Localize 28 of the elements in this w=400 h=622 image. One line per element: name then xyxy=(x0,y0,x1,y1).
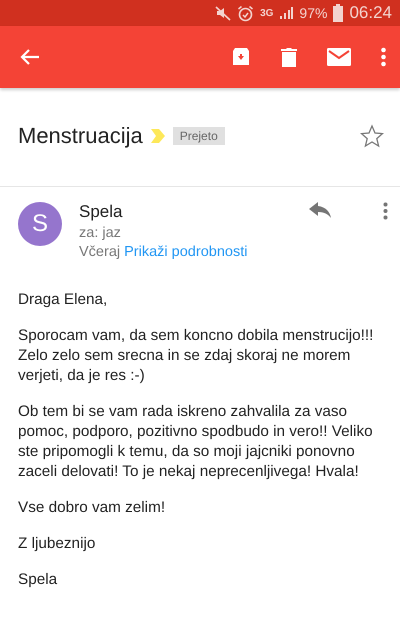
message-paragraph: Draga Elena, xyxy=(18,290,108,310)
recipient: za: jaz xyxy=(79,225,122,241)
alarm-icon xyxy=(237,4,254,22)
message-paragraph: Sporocam vam, da sem koncno dobila menstrucijo!!! Zelo zelo sem srecna in se zdaj skoraj ne morem verjeti, da je res :-) xyxy=(18,326,374,386)
star-icon[interactable] xyxy=(360,124,384,148)
battery-icon xyxy=(333,4,344,22)
reply-button[interactable] xyxy=(309,202,331,218)
details-link[interactable]: Prikaži podrobnosti xyxy=(124,244,248,260)
sender-name: Spela xyxy=(79,202,124,222)
mute-icon xyxy=(215,5,232,21)
more-button[interactable] xyxy=(381,47,386,67)
email-subject: Menstruacija xyxy=(18,123,143,149)
date-line: Včeraj Prikaži podrobnosti xyxy=(79,244,248,260)
label-tag: Prejeto xyxy=(172,127,225,145)
message-paragraph: Spela xyxy=(18,570,58,590)
message-paragraph: Ob tem bi se vam rada iskreno zahvalila za vaso pomoc, podporo, pozitivno spodbudo in vero!! Veliko ste pripomogli k temu, da so moji jajcniki ponovno zaceli delovati! To je nekaj neprecenljivega! Hvala! xyxy=(18,402,374,482)
more-button[interactable] xyxy=(383,202,388,220)
delete-button[interactable] xyxy=(281,47,297,67)
clock: 06:24 xyxy=(349,3,392,23)
back-button[interactable] xyxy=(20,48,40,66)
message-paragraph: Vse dobro vam zelim! xyxy=(18,498,166,518)
archive-button[interactable] xyxy=(231,47,251,67)
signal-icon xyxy=(279,6,294,20)
message-paragraph: Z ljubeznijo xyxy=(18,534,96,554)
network-type: 3G xyxy=(260,8,274,18)
battery-percent: 97% xyxy=(299,5,328,21)
mail-button[interactable] xyxy=(327,48,351,66)
sender-avatar: S xyxy=(18,202,62,246)
